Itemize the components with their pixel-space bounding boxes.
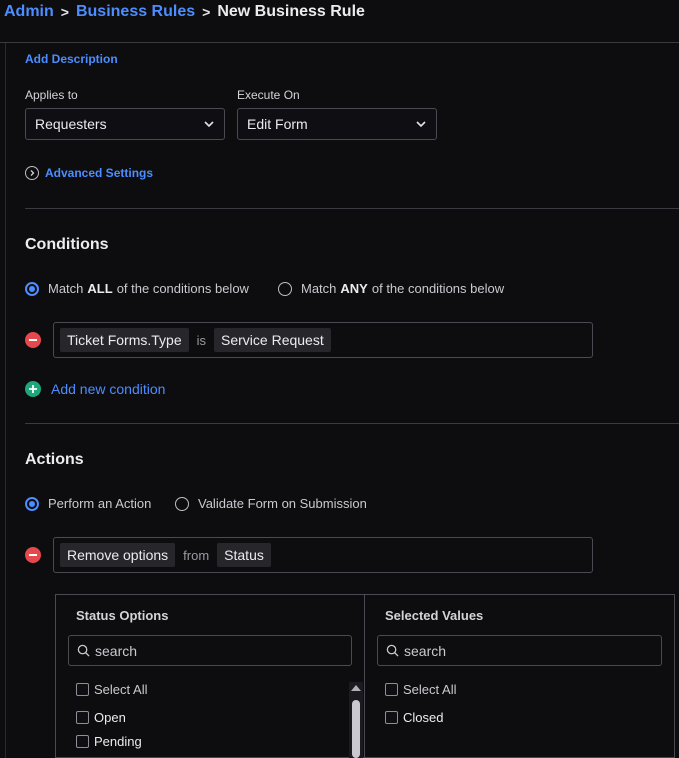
status-option-item[interactable]: Open: [76, 710, 126, 725]
checkbox-icon: [385, 711, 398, 724]
actions-title: Actions: [25, 451, 84, 468]
breadcrumb-business-rules[interactable]: Business Rules: [76, 3, 195, 21]
match-any-prefix: Match: [301, 281, 337, 296]
selected-values-select-all-label: Select All: [403, 682, 457, 697]
header-divider: [0, 42, 679, 43]
condition-rule[interactable]: Ticket Forms.Type is Service Request: [53, 322, 593, 358]
breadcrumb: Admin > Business Rules > New Business Ru…: [4, 2, 365, 22]
remove-condition-icon[interactable]: [25, 332, 41, 348]
chevron-right-icon: >: [202, 4, 211, 20]
applies-to-select[interactable]: Requesters: [25, 108, 225, 140]
condition-field-chip[interactable]: Ticket Forms.Type: [60, 328, 189, 352]
checkbox-icon: [76, 735, 89, 748]
validate-form-label: Validate Form on Submission: [198, 496, 367, 511]
selected-values-title: Selected Values: [385, 608, 484, 623]
status-option-item[interactable]: Pending: [76, 734, 142, 749]
breadcrumb-admin[interactable]: Admin: [4, 3, 54, 21]
search-icon: [386, 644, 399, 657]
match-any-suffix: of the conditions below: [371, 281, 505, 296]
chevron-down-icon: [416, 121, 426, 128]
scroll-up-arrow-icon[interactable]: [351, 685, 361, 691]
section-divider: [25, 423, 679, 424]
add-new-condition-link[interactable]: Add new condition: [51, 381, 165, 397]
status-options-title: Status Options: [76, 608, 169, 623]
advanced-settings-toggle[interactable]: Advanced Settings: [25, 166, 153, 180]
chevron-right-circle-icon: [25, 166, 39, 180]
chevron-down-icon: [204, 121, 214, 128]
execute-on-value: Edit Form: [247, 116, 308, 132]
radio-selected-icon: [25, 496, 39, 511]
match-any-keyword: ANY: [340, 281, 368, 296]
radio-selected-icon: [25, 281, 39, 296]
add-description-link[interactable]: Add Description: [25, 52, 118, 66]
condition-value-chip[interactable]: Service Request: [214, 328, 331, 352]
action-operator: from: [183, 547, 210, 563]
selected-values-select-all[interactable]: Select All: [385, 682, 456, 697]
advanced-settings-label: Advanced Settings: [45, 166, 154, 180]
execute-on-label: Execute On: [237, 88, 300, 102]
chevron-right-icon: >: [60, 4, 69, 20]
page-title: New Business Rule: [217, 3, 365, 20]
status-options-select-all-label: Select All: [94, 682, 148, 697]
status-option-label: Pending: [94, 734, 142, 749]
status-option-label: Open: [94, 710, 126, 725]
condition-operator: is: [196, 332, 207, 348]
perform-action-radio[interactable]: Perform an Action: [25, 496, 151, 511]
conditions-title: Conditions: [25, 236, 109, 253]
selected-values-search-input[interactable]: search: [377, 635, 662, 666]
action-target-chip[interactable]: Status: [217, 543, 271, 567]
checkbox-icon: [76, 683, 89, 696]
match-all-keyword: ALL: [87, 281, 113, 296]
match-all-prefix: Match: [48, 281, 84, 296]
left-rail-divider: [5, 43, 6, 758]
execute-on-select[interactable]: Edit Form: [237, 108, 437, 140]
validate-form-radio[interactable]: Validate Form on Submission: [175, 496, 367, 511]
match-all-radio[interactable]: Match ALL of the conditions below: [25, 281, 249, 296]
radio-unselected-icon: [175, 496, 189, 511]
applies-to-label: Applies to: [25, 88, 78, 102]
perform-action-label: Perform an Action: [48, 496, 152, 511]
selected-values-search-placeholder: search: [404, 642, 447, 659]
action-rule[interactable]: Remove options from Status: [53, 537, 593, 573]
add-condition-icon[interactable]: [25, 381, 41, 397]
match-any-radio[interactable]: Match ANY of the conditions below: [278, 281, 504, 296]
search-icon: [77, 644, 90, 657]
checkbox-icon: [76, 711, 89, 724]
selected-value-item[interactable]: Closed: [385, 710, 443, 725]
match-all-suffix: of the conditions below: [116, 281, 249, 296]
status-options-search-placeholder: search: [95, 642, 138, 659]
remove-action-icon[interactable]: [25, 547, 41, 563]
checkbox-icon: [385, 683, 398, 696]
status-options-search-input[interactable]: search: [68, 635, 352, 666]
radio-unselected-icon: [278, 281, 292, 296]
applies-to-value: Requesters: [35, 116, 107, 132]
section-divider: [25, 208, 679, 209]
status-options-select-all[interactable]: Select All: [76, 682, 147, 697]
scrollbar-thumb[interactable]: [352, 700, 360, 758]
selected-value-label: Closed: [403, 710, 444, 725]
action-type-chip[interactable]: Remove options: [60, 543, 176, 567]
status-options-scrollbar[interactable]: [349, 682, 363, 758]
